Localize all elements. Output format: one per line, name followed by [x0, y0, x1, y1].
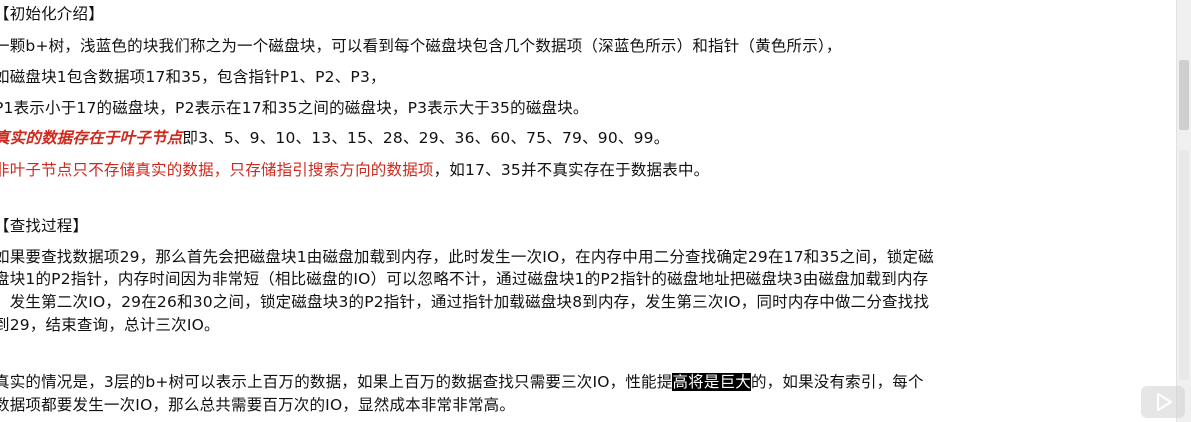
- vertical-scrollbar[interactable]: [1176, 0, 1191, 422]
- search-line-4: 到29，结束查询，总计三次IO。: [0, 316, 220, 334]
- search-line-3: ，发生第二次IO，29在26和30之间，锁定磁盘块3的P2指针，通过指针加载磁盘…: [0, 293, 930, 311]
- scrollbar-track-shade: [1179, 150, 1189, 380]
- play-icon: [1157, 393, 1172, 411]
- summary-line-2: 数据项都要发生一次IO，那么总共需要百万次的IO，显然成本非常非常高。: [0, 396, 516, 414]
- search-line-2: 盘块1的P2指针，内存时间因为非常短（相比磁盘的IO）可以忽略不计，通过磁盘块1…: [0, 270, 929, 288]
- selected-text[interactable]: 高将是巨大: [672, 373, 751, 391]
- intro-heading: 【初始化介绍】: [0, 5, 104, 23]
- intro-line-5: 非叶子节点只不存储真实的数据，只存储指引搜索方向的数据项，如17、35并不真实存…: [0, 160, 709, 180]
- leaf-node-emphasis: 真实的数据存在于叶子节点: [0, 128, 183, 147]
- search-heading: 【查找过程】: [0, 217, 89, 235]
- search-line-1: 如果要查找数据项29，那么首先会把磁盘块1由磁盘加载到内存，此时发生一次IO，在…: [0, 248, 934, 266]
- summary-text-pre: 真实的情况是，3层的b+树可以表示上百万的数据，如果上百万的数据查找只需要三次I…: [0, 373, 673, 391]
- scrollbar-thumb[interactable]: [1179, 60, 1189, 130]
- non-leaf-note-rest: ，如17、35并不真实存在于数据表中。: [433, 161, 710, 179]
- document-body: 【初始化介绍】 一颗b+树，浅蓝色的块我们称之为一个磁盘块，可以看到每个磁盘块包…: [0, 0, 1174, 422]
- intro-line-4: 真实的数据存在于叶子节点即3、5、9、10、13、15、28、29、36、60、…: [0, 128, 669, 148]
- summary-text-post: 的，如果没有索引，每个: [750, 373, 924, 391]
- leaf-node-values: 即3、5、9、10、13、15、28、29、36、60、75、79、90、99。: [182, 129, 670, 147]
- non-leaf-note: 非叶子节点只不存储真实的数据，只存储指引搜索方向的数据项: [0, 161, 434, 179]
- intro-line-1: 一颗b+树，浅蓝色的块我们称之为一个磁盘块，可以看到每个磁盘块包含几个数据项（深…: [0, 37, 842, 55]
- summary-line-1: 真实的情况是，3层的b+树可以表示上百万的数据，如果上百万的数据查找只需要三次I…: [0, 372, 924, 392]
- play-button[interactable]: [1141, 386, 1185, 418]
- intro-line-2: 如磁盘块1包含数据项17和35，包含指针P1、P2、P3，: [0, 68, 386, 86]
- intro-line-3: P1表示小于17的磁盘块，P2表示在17和35之间的磁盘块，P3表示大于35的磁…: [0, 99, 589, 117]
